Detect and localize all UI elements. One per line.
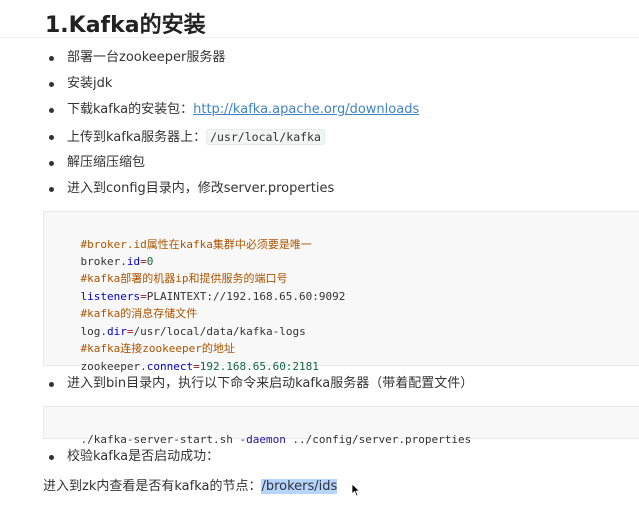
- step-text: 进入到config目录内，修改server.properties: [67, 181, 335, 196]
- page-title: 1.Kafka的安装: [45, 13, 206, 38]
- start-command-code-block[interactable]: ./kafka-server-start.sh -daemon ../confi…: [43, 406, 639, 446]
- code-line: #kafka的消息存储文件: [54, 288, 198, 320]
- code-line: #kafka连接zookeeper的地址: [54, 323, 235, 355]
- list-item: 部署一台zookeeper服务器: [0, 48, 639, 70]
- code-line: #broker.id属性在kafka集群中必须要是唯一: [54, 219, 312, 251]
- code-line: log.dir=/usr/local/data/kafka-logs: [54, 306, 306, 338]
- code-operator: =: [193, 360, 200, 373]
- verify-paragraph: 进入到zk内查看是否有kafka的节点：/brokers/ids: [43, 478, 338, 496]
- code-line: zookeeper.connect=192.168.65.60:2181: [54, 341, 319, 373]
- code-line: listeners=PLAINTEXT://192.168.65.60:9092: [54, 271, 346, 303]
- code-property: connect: [146, 360, 194, 373]
- list-item: 下载kafka的安装包：http://kafka.apache.org/down…: [0, 100, 639, 122]
- list-item: 进入到bin目录内，执行以下命令来启动kafka服务器（带着配置文件）: [0, 374, 639, 396]
- code-prefix: zookeeper.: [80, 360, 147, 373]
- list-item: 安装jdk: [0, 74, 639, 96]
- selected-text[interactable]: /brokers/ids: [261, 479, 338, 494]
- install-path-code: /usr/local/kafka: [206, 129, 325, 145]
- list-item: 解压缩压缩包: [0, 153, 639, 175]
- server-properties-code-block[interactable]: #broker.id属性在kafka集群中必须要是唯一 broker.id=0 …: [43, 211, 639, 373]
- code-value: 192.168.65.60:2181: [199, 360, 319, 373]
- step-text: 部署一台zookeeper服务器: [67, 50, 226, 65]
- mouse-cursor-icon: [351, 483, 361, 497]
- code-line: #kafka部署的机器ip和提供服务的端口号: [54, 253, 288, 285]
- list-item: 校验kafka是否启动成功：: [0, 447, 639, 469]
- step-text: 上传到kafka服务器上：/usr/local/kafka: [67, 128, 325, 147]
- bullet-icon: [49, 382, 54, 387]
- step-text: 进入到bin目录内，执行以下命令来启动kafka服务器（带着配置文件）: [67, 376, 474, 391]
- list-item: 上传到kafka服务器上：/usr/local/kafka: [0, 127, 639, 149]
- bullet-icon: [49, 56, 54, 61]
- step-text: 下载kafka的安装包：http://kafka.apache.org/down…: [67, 101, 419, 119]
- code-line: broker.id=0: [54, 236, 154, 268]
- bullet-icon: [49, 187, 54, 192]
- section-heading: 1.Kafka的安装: [0, 0, 639, 38]
- step-label: 上传到kafka服务器上：: [67, 130, 207, 145]
- bullet-icon: [49, 161, 54, 166]
- code-args: ../config/server.properties: [285, 433, 472, 446]
- bullet-icon: [49, 135, 54, 140]
- step-label: 下载kafka的安装包：: [67, 102, 194, 117]
- bullet-icon: [49, 108, 54, 113]
- code-flag: -daemon: [239, 433, 286, 446]
- code-script: ./kafka-server-start.sh: [80, 433, 240, 446]
- bullet-icon: [49, 82, 54, 87]
- list-item: 进入到config目录内，修改server.properties: [0, 179, 639, 201]
- bullet-icon: [49, 455, 54, 460]
- step-text: 安装jdk: [67, 76, 113, 91]
- download-link[interactable]: http://kafka.apache.org/downloads: [193, 102, 419, 117]
- verify-text: 进入到zk内查看是否有kafka的节点：: [43, 479, 262, 494]
- code-line: ./kafka-server-start.sh -daemon ../confi…: [54, 414, 472, 446]
- step-text: 解压缩压缩包: [67, 155, 146, 170]
- step-text: 校验kafka是否启动成功：: [67, 449, 220, 464]
